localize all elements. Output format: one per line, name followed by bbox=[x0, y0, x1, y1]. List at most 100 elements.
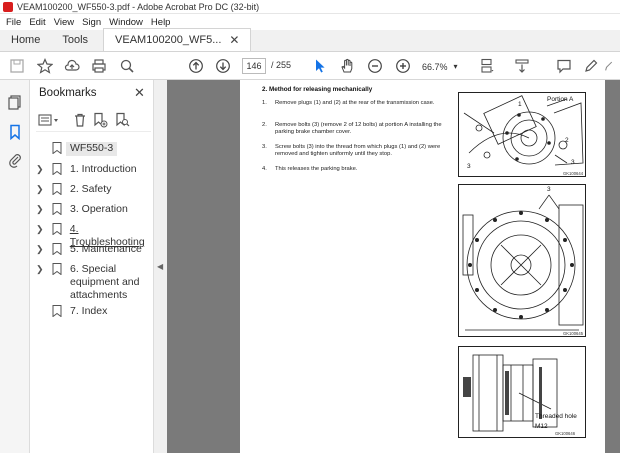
panel-splitter[interactable]: ◀ bbox=[154, 80, 167, 453]
page-thumbnails-icon[interactable] bbox=[7, 94, 23, 110]
instruction-step: 4. This releases the parking brake. bbox=[262, 166, 358, 172]
figure-callout: Threaded hole bbox=[535, 413, 577, 420]
transmission-drawing bbox=[463, 95, 584, 166]
figure-callout: Portion A bbox=[547, 96, 574, 103]
bookmarks-toolbar bbox=[36, 110, 151, 132]
expand-chevron-icon[interactable]: ❯ bbox=[36, 163, 46, 175]
menu-sign[interactable]: Sign bbox=[82, 17, 101, 28]
bookmark-icon bbox=[52, 263, 62, 275]
figure-callout: 2 bbox=[565, 137, 569, 144]
figure-threaded-hole: Threaded hole M12 GK100646 bbox=[458, 346, 586, 438]
brake-cover-drawing bbox=[462, 194, 584, 331]
scroll-mode-icon[interactable] bbox=[513, 57, 531, 75]
expand-chevron-icon[interactable]: ❯ bbox=[36, 263, 46, 275]
bookmark-label: 1. Introduction bbox=[70, 163, 137, 175]
zoom-level-select[interactable]: 66.7% ▾ bbox=[422, 59, 462, 74]
figure-callout: 3 bbox=[571, 159, 575, 166]
delete-bookmark-icon[interactable] bbox=[72, 112, 88, 128]
figure-callout: 3 bbox=[467, 163, 471, 170]
instruction-step: 2. Remove bolts (3) (remove 2 of 12 bolts… bbox=[262, 122, 442, 136]
tab-tools[interactable]: Tools bbox=[51, 29, 99, 51]
attachments-paperclip-icon[interactable] bbox=[7, 152, 23, 168]
menu-file[interactable]: File bbox=[6, 17, 21, 28]
expand-chevron-icon[interactable]: ❯ bbox=[36, 183, 46, 195]
comment-icon[interactable] bbox=[555, 57, 573, 75]
zoom-out-icon[interactable] bbox=[366, 57, 384, 75]
close-panel-icon[interactable]: ✕ bbox=[134, 85, 145, 101]
figure-callout: 1 bbox=[518, 101, 522, 108]
tab-home[interactable]: Home bbox=[0, 29, 51, 51]
window-title: VEAM100200_WF550-3.pdf - Adobe Acrobat P… bbox=[17, 1, 260, 12]
collapse-panel-icon[interactable]: ◀ bbox=[157, 262, 163, 271]
bookmark-label: 6. Special equipment and attachments bbox=[70, 263, 140, 301]
menu-bar: File Edit View Sign Window Help bbox=[0, 14, 620, 30]
find-bookmark-icon[interactable] bbox=[114, 112, 130, 128]
next-page-icon[interactable] bbox=[214, 57, 232, 75]
threaded-hole-drawing bbox=[463, 354, 558, 432]
figure-transmission-rear: Portion A 1 2 3 3 GK100644 bbox=[458, 92, 586, 177]
expand-chevron-icon[interactable]: ❯ bbox=[36, 243, 46, 255]
menu-edit[interactable]: Edit bbox=[29, 17, 45, 28]
tab-document[interactable]: VEAM100200_WF5... ✕ bbox=[103, 28, 252, 51]
upload-cloud-icon[interactable] bbox=[63, 57, 81, 75]
bookmark-item[interactable]: WF550-3 bbox=[30, 142, 154, 156]
bookmark-label: 2. Safety bbox=[70, 183, 112, 195]
bookmark-icon bbox=[52, 223, 62, 235]
bookmark-label: WF550-3 bbox=[66, 142, 118, 156]
bookmark-icon bbox=[52, 243, 62, 255]
select-pointer-icon[interactable] bbox=[311, 57, 329, 75]
page-total: / 255 bbox=[271, 60, 292, 70]
instruction-step: 1. Remove plugs (1) and (2) at the rear o… bbox=[262, 100, 435, 106]
close-tab-icon[interactable]: ✕ bbox=[229, 33, 239, 47]
menu-window[interactable]: Window bbox=[109, 17, 143, 28]
page-display-icon[interactable] bbox=[478, 57, 496, 75]
bookmark-label: 7. Index bbox=[70, 305, 108, 317]
bookmark-label: 3. Operation bbox=[70, 203, 128, 215]
save-icon[interactable] bbox=[8, 57, 26, 75]
tab-document-label: VEAM100200_WF5... bbox=[115, 34, 222, 46]
bookmark-label: 5. Maintenance bbox=[70, 243, 142, 255]
figure-code: GK100644 bbox=[563, 171, 584, 176]
expand-chevron-icon[interactable]: ❯ bbox=[36, 203, 46, 215]
bookmarks-panel-icon[interactable] bbox=[7, 124, 23, 140]
title-bar: VEAM100200_WF550-3.pdf - Adobe Acrobat P… bbox=[0, 0, 620, 14]
print-icon[interactable] bbox=[90, 57, 108, 75]
previous-page-icon[interactable] bbox=[187, 57, 205, 75]
bookmark-icon bbox=[52, 142, 62, 154]
zoom-level-value: 66.7% bbox=[422, 61, 448, 72]
bookmarks-panel: Bookmarks ✕ WF550-3 ❯ 1. Introduction ❯ … bbox=[30, 80, 154, 453]
more-tools-icon[interactable] bbox=[603, 57, 617, 75]
bookmark-icon bbox=[52, 163, 62, 175]
document-page: 2. Method for releasing mechanically 1. R… bbox=[240, 80, 605, 453]
bookmark-icon bbox=[52, 305, 62, 317]
bookmark-item[interactable]: ❯ 3. Operation bbox=[30, 203, 154, 216]
tab-bar: Home Tools VEAM100200_WF5... ✕ bbox=[0, 28, 620, 52]
toolbar bbox=[0, 52, 620, 80]
bookmark-icon bbox=[52, 183, 62, 195]
page-number-input[interactable]: 146 bbox=[242, 58, 266, 74]
bookmark-item[interactable]: ❯ 2. Safety bbox=[30, 183, 154, 196]
menu-view[interactable]: View bbox=[54, 17, 74, 28]
figure-callout: M12 bbox=[535, 423, 548, 430]
bookmarks-header: Bookmarks bbox=[39, 87, 97, 99]
new-bookmark-icon[interactable] bbox=[92, 112, 108, 128]
bookmark-options-icon[interactable] bbox=[38, 112, 60, 128]
highlight-pen-icon[interactable] bbox=[582, 57, 600, 75]
figure-code: GK100645 bbox=[563, 331, 584, 336]
bookmark-item[interactable]: ❯ 5. Maintenance bbox=[30, 243, 154, 256]
expand-chevron-icon[interactable]: ❯ bbox=[36, 223, 46, 235]
left-navigation-rail bbox=[0, 80, 30, 453]
hand-tool-icon[interactable] bbox=[338, 57, 356, 75]
figure-code: GK100646 bbox=[555, 431, 576, 436]
bookmark-star-icon[interactable] bbox=[36, 57, 54, 75]
search-zoom-icon[interactable] bbox=[118, 57, 136, 75]
bookmark-item[interactable]: ❯ 6. Special equipment and attachments bbox=[30, 263, 154, 302]
menu-help[interactable]: Help bbox=[151, 17, 171, 28]
bookmark-icon bbox=[52, 203, 62, 215]
figure-brake-cover: 3 GK100645 bbox=[458, 184, 586, 337]
bookmark-item[interactable]: ❯ 1. Introduction bbox=[30, 163, 154, 176]
figure-callout: 3 bbox=[547, 186, 551, 193]
chevron-down-icon: ▾ bbox=[453, 62, 458, 71]
zoom-in-icon[interactable] bbox=[394, 57, 412, 75]
bookmark-item[interactable]: 7. Index bbox=[30, 305, 154, 318]
